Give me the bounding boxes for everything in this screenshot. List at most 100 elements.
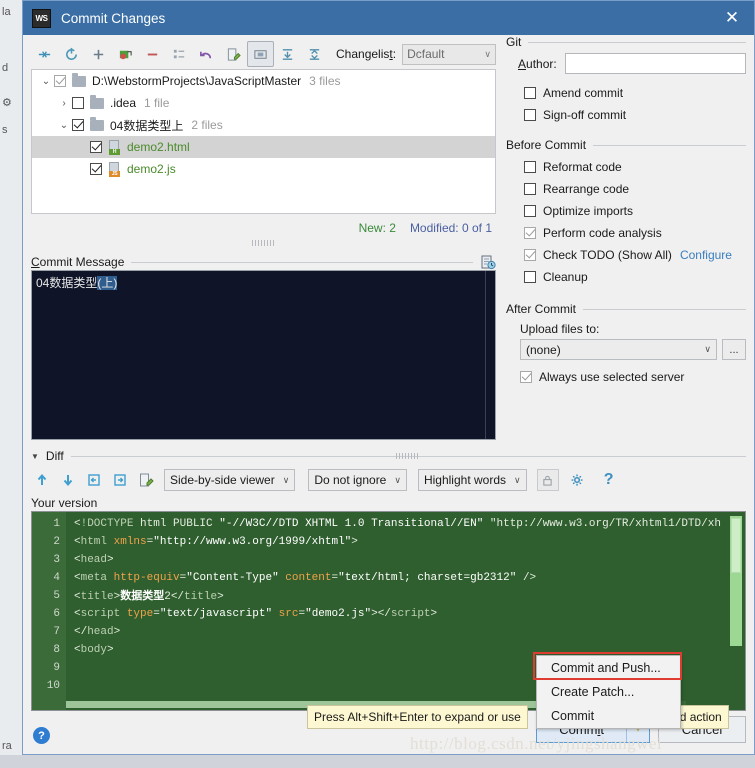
highlight-mode-combo[interactable]: Highlight words ∨: [418, 469, 527, 491]
diff-title: Diff: [46, 449, 64, 463]
before-commit-optimize-imports-row[interactable]: Optimize imports: [524, 200, 746, 222]
line-number: 8: [32, 641, 66, 659]
menu-item-commit-and-push[interactable]: Commit and Push...: [537, 656, 680, 680]
show-diff-icon[interactable]: [31, 41, 58, 67]
expand-all-icon[interactable]: [274, 41, 301, 67]
previous-difference-icon[interactable]: [31, 469, 53, 491]
edit-source-icon[interactable]: [135, 469, 157, 491]
before-commit-perform-code-analysis-row[interactable]: Perform code analysis: [524, 222, 746, 244]
checkbox-label: Reformat code: [543, 160, 622, 174]
viewer-mode-value: Side-by-side viewer: [170, 473, 275, 487]
menu-item-create-patch[interactable]: Create Patch...: [537, 680, 680, 704]
viewer-mode-combo[interactable]: Side-by-side viewer ∨: [164, 469, 295, 491]
git-sign-off-commit-row[interactable]: Sign-off commit: [524, 104, 746, 126]
row-checkbox[interactable]: [72, 119, 84, 131]
group-by-directory-icon[interactable]: [247, 41, 274, 67]
git-group-title: Git: [506, 35, 521, 49]
diff-section-header[interactable]: ▼ Diff: [31, 449, 746, 463]
splitter-grip[interactable]: [252, 240, 276, 246]
accept-right-icon[interactable]: [109, 469, 131, 491]
gear-icon[interactable]: [567, 469, 589, 491]
refresh-icon[interactable]: [58, 41, 85, 67]
before-commit-rearrange-code-row[interactable]: Rearrange code: [524, 178, 746, 200]
help-icon[interactable]: ?: [33, 727, 50, 744]
table-row[interactable]: ⌄04数据类型上2 files: [32, 114, 495, 136]
before-commit-check-todo-show-all-row[interactable]: Check TODO (Show All)Configure: [524, 244, 746, 266]
table-row[interactable]: JS demo2.js: [32, 158, 495, 180]
row-name: D:\WebstormProjects\JavaScriptMaster: [92, 74, 301, 88]
always-use-selected-server-row[interactable]: Always use selected server: [520, 366, 746, 388]
ignore-mode-combo[interactable]: Do not ignore ∨: [308, 469, 407, 491]
git-group-header: Git: [506, 35, 746, 49]
commit-history-icon[interactable]: [480, 254, 496, 270]
upload-files-label: Upload files to:: [520, 322, 746, 336]
checkbox[interactable]: [524, 249, 536, 261]
changelist-value: Dcfault: [407, 47, 484, 61]
accept-left-icon[interactable]: [83, 469, 105, 491]
lock-icon[interactable]: [537, 469, 559, 491]
code-line: <title>数据类型2</title>: [66, 587, 745, 605]
commit-actions-menu[interactable]: Commit and Push...Create Patch...Commit: [536, 655, 681, 729]
row-name: demo2.js: [127, 162, 176, 176]
scrollbar-inner-thumb[interactable]: [731, 518, 741, 573]
checkbox-label: Amend commit: [543, 86, 623, 100]
edit-source-icon[interactable]: [220, 41, 247, 67]
row-checkbox[interactable]: [90, 141, 102, 153]
after-commit-title: After Commit: [506, 302, 576, 316]
commit-message-input[interactable]: 04数据类型(上): [31, 270, 496, 440]
always-use-selected-server-label: Always use selected server: [539, 370, 684, 384]
checkbox[interactable]: [524, 205, 536, 217]
tree-expander-icon[interactable]: ⌄: [56, 120, 72, 131]
checkbox[interactable]: [524, 227, 536, 239]
row-file-count: 1 file: [144, 96, 169, 110]
table-row[interactable]: Hdemo2.html: [32, 136, 495, 158]
editor-vertical-scrollbar[interactable]: [730, 516, 742, 706]
checkbox[interactable]: [524, 161, 536, 173]
browse-servers-button[interactable]: ...: [722, 339, 746, 360]
diff-help-icon[interactable]: ?: [598, 469, 620, 491]
js-file-icon: JS: [108, 162, 121, 176]
row-checkbox[interactable]: [54, 75, 66, 87]
close-icon[interactable]: ✕: [710, 1, 754, 35]
before-commit-cleanup-row[interactable]: Cleanup: [524, 266, 746, 288]
row-checkbox[interactable]: [72, 97, 84, 109]
before-commit-reformat-code-row[interactable]: Reformat code: [524, 156, 746, 178]
row-checkbox[interactable]: [90, 163, 102, 175]
checkbox[interactable]: [524, 109, 536, 121]
code-line: <html xmlns="http://www.w3.org/1999/xhtm…: [66, 533, 745, 551]
revert-icon[interactable]: [193, 41, 220, 67]
group-by-icon[interactable]: [166, 41, 193, 67]
chevron-down-icon: ▼: [31, 452, 39, 461]
table-row[interactable]: ›.idea1 file: [32, 92, 495, 114]
always-use-selected-server-checkbox[interactable]: [520, 371, 532, 383]
add-icon[interactable]: [85, 41, 112, 67]
diff-toolbar: Side-by-side viewer ∨ Do not ignore ∨ Hi…: [31, 466, 746, 494]
remove-icon[interactable]: [139, 41, 166, 67]
menu-item-commit[interactable]: Commit: [537, 704, 680, 728]
upload-server-combo[interactable]: (none) ∨: [520, 339, 717, 360]
line-number: 3: [32, 551, 66, 569]
checkbox-label: Cleanup: [543, 270, 588, 284]
desktop-icon-2: d: [2, 62, 8, 74]
move-to-changelist-icon[interactable]: [112, 41, 139, 67]
next-difference-icon[interactable]: [57, 469, 79, 491]
ignore-mode-value: Do not ignore: [314, 473, 386, 487]
line-number: 2: [32, 533, 66, 551]
checkbox[interactable]: [524, 87, 536, 99]
author-field[interactable]: [565, 53, 746, 74]
checkbox[interactable]: [524, 271, 536, 283]
table-row[interactable]: ⌄D:\WebstormProjects\JavaScriptMaster3 f…: [32, 70, 495, 92]
configure-link[interactable]: Configure: [680, 248, 732, 262]
collapse-all-icon[interactable]: [301, 41, 328, 67]
code-line: </head>: [66, 623, 745, 641]
tree-expander-icon[interactable]: ⌄: [38, 76, 54, 87]
checkbox[interactable]: [524, 183, 536, 195]
folder-icon: [90, 98, 104, 109]
folder-icon: [72, 76, 86, 87]
author-row: Author:: [518, 53, 746, 74]
git-amend-commit-row[interactable]: Amend commit: [524, 82, 746, 104]
tree-expander-icon[interactable]: ›: [56, 98, 72, 109]
changelist-combo[interactable]: Dcfault ∨: [402, 44, 496, 65]
changed-files-tree[interactable]: ⌄D:\WebstormProjects\JavaScriptMaster3 f…: [31, 69, 496, 214]
desktop-bottom-strip: [0, 755, 755, 768]
